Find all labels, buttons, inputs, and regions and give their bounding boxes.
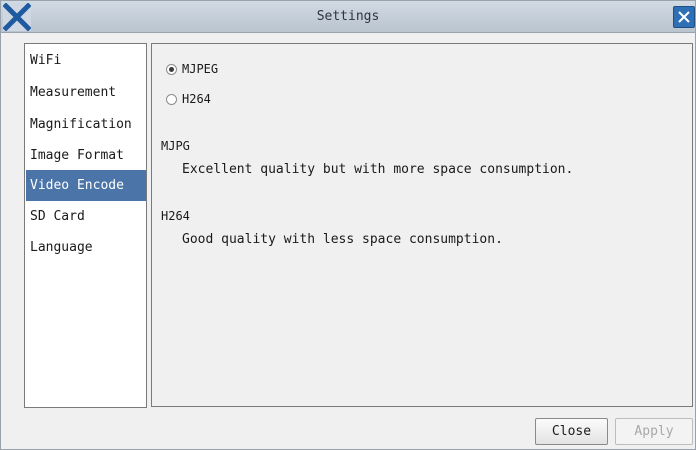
mjpeg-radio-button[interactable] — [166, 63, 177, 75]
apply-button[interactable]: Apply — [615, 418, 693, 445]
sidebar-item-measurement[interactable]: Measurement — [26, 77, 146, 108]
window-title: Settings — [316, 9, 380, 24]
mjpg-description-text: Excellent quality but with more space co… — [182, 162, 574, 177]
sidebar-item-video-encode[interactable]: Video Encode — [26, 170, 146, 201]
title-bar[interactable]: Settings — [1, 1, 695, 33]
close-button[interactable]: Close — [535, 418, 608, 445]
sidebar-item-language[interactable]: Language — [26, 232, 146, 263]
h264-description-title: H264 — [161, 209, 190, 223]
h264-description-text: Good quality with less space consumption… — [182, 232, 503, 247]
mjpeg-radio-label: MJPEG — [182, 62, 219, 76]
h264-radio-option[interactable]: H264 — [166, 90, 211, 108]
h264-radio-label: H264 — [182, 92, 211, 106]
mjpeg-radio-option[interactable]: MJPEG — [166, 60, 218, 78]
settings-window: Settings WiFi Measurement Magnification … — [0, 0, 696, 450]
sidebar-item-wifi[interactable]: WiFi — [26, 45, 146, 76]
h264-radio-button[interactable] — [166, 93, 177, 105]
settings-category-list: WiFi Measurement Magnification Image For… — [24, 43, 147, 408]
sidebar-item-sd-card[interactable]: SD Card — [26, 201, 146, 232]
window-close-icon[interactable] — [673, 6, 695, 28]
sidebar-item-image-format[interactable]: Image Format — [26, 140, 146, 171]
video-encode-panel: MJPEG H264 MJPG Excellent quality but wi… — [151, 43, 693, 407]
mjpg-description-title: MJPG — [161, 139, 190, 153]
sidebar-item-magnification[interactable]: Magnification — [26, 109, 146, 140]
